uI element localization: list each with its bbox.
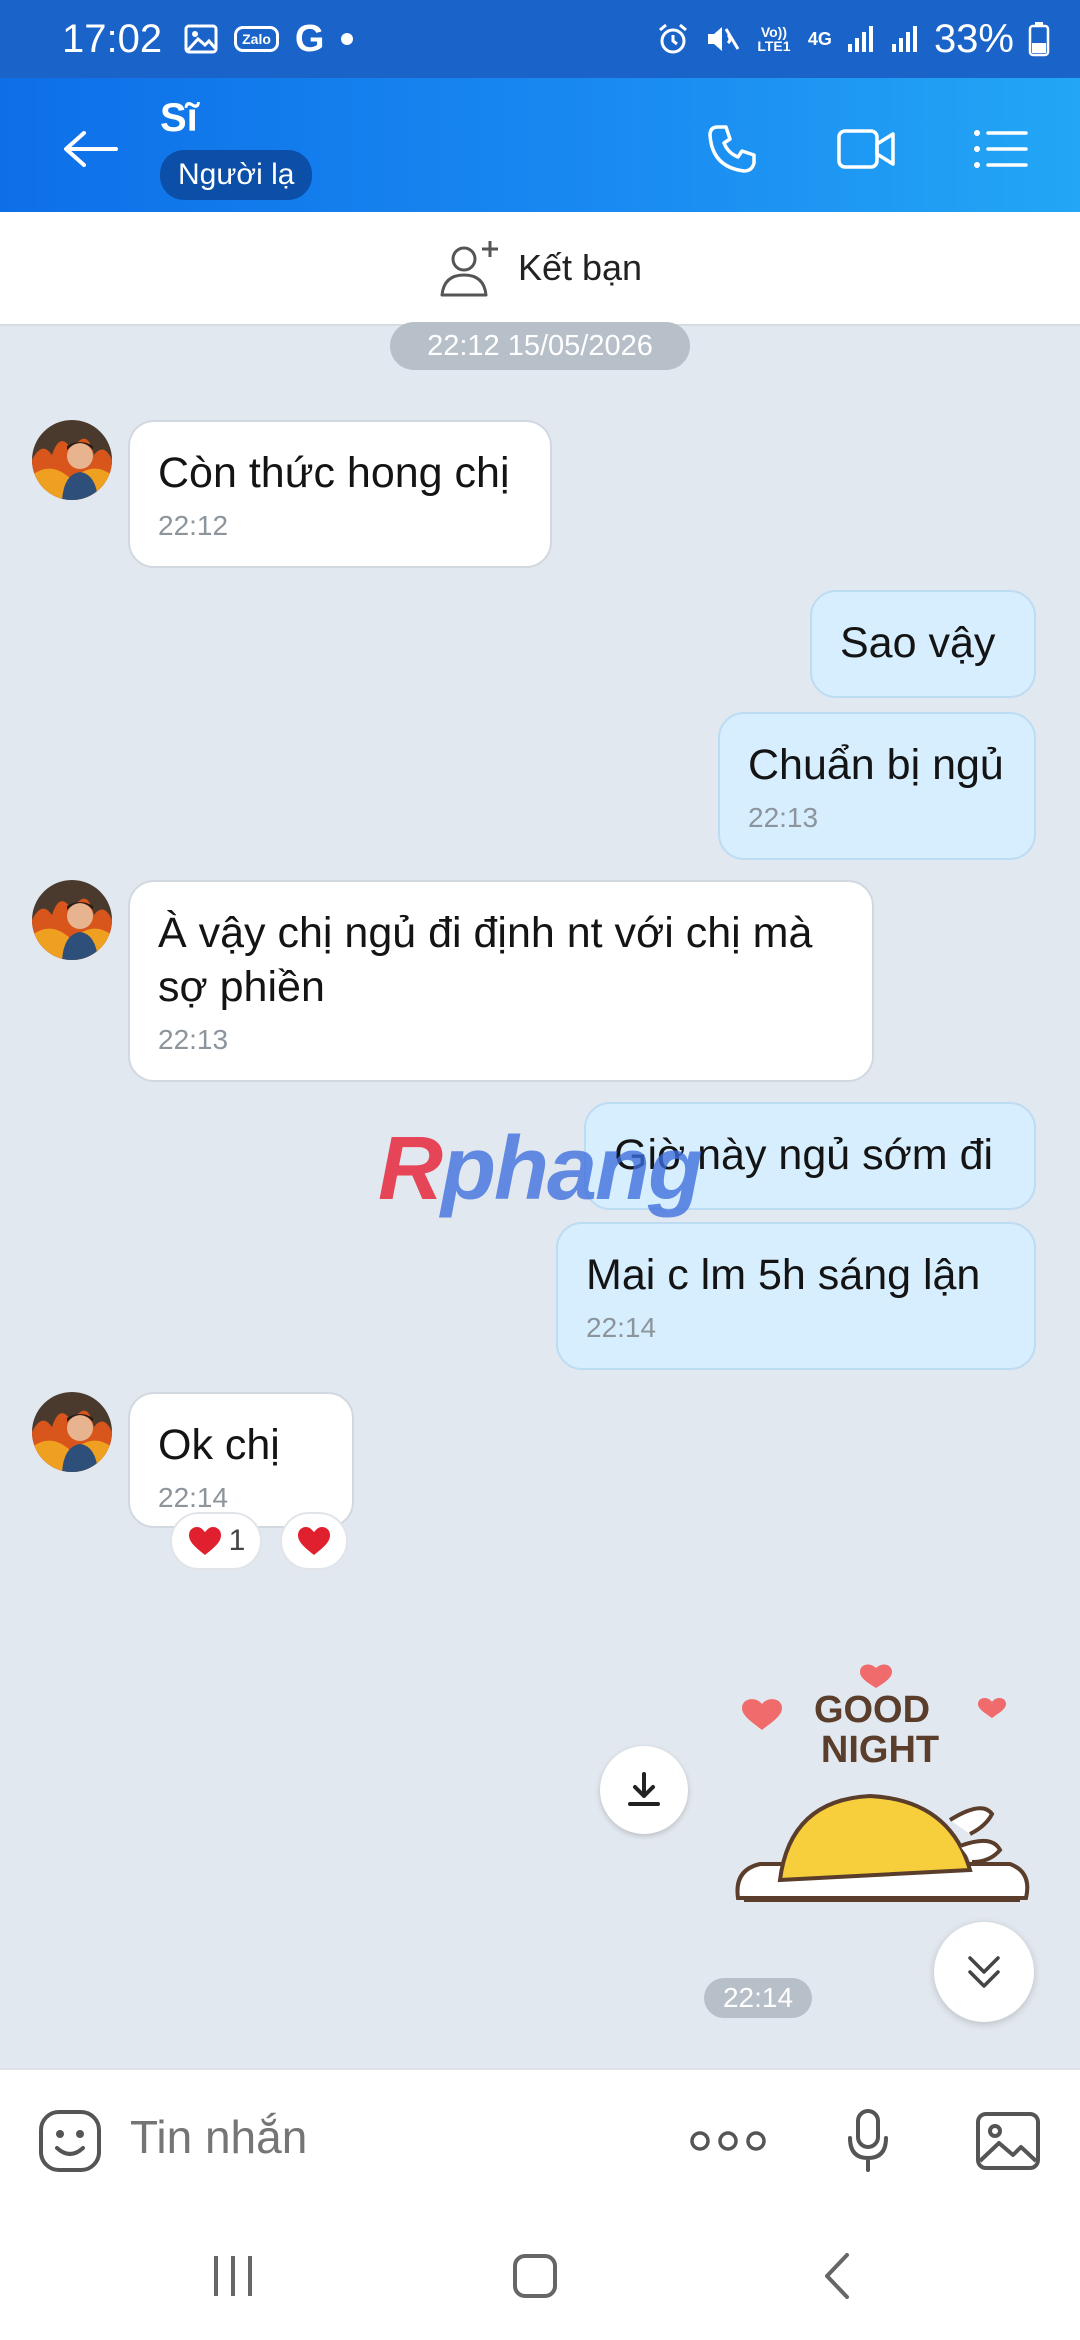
recent-apps-icon bbox=[214, 2256, 252, 2296]
message-text: Ok chị bbox=[158, 1421, 280, 1469]
message-input[interactable] bbox=[130, 2110, 650, 2164]
add-friend-icon bbox=[440, 241, 498, 297]
phone-icon bbox=[708, 125, 756, 173]
zalo-icon-label: Zalo bbox=[234, 26, 279, 52]
system-status-icons: Vo)) LTE1 4G 33% bbox=[656, 17, 1050, 62]
heart-icon bbox=[298, 1527, 330, 1555]
add-friend-button[interactable]: Kết bạn bbox=[0, 212, 1080, 326]
notification-icons: Zalo G bbox=[184, 18, 354, 61]
video-call-button[interactable] bbox=[826, 114, 906, 184]
home-button[interactable] bbox=[490, 2246, 580, 2306]
heart-icon bbox=[188, 1527, 221, 1555]
recent-apps-button[interactable] bbox=[188, 2246, 278, 2306]
message-bubble-incoming[interactable]: Còn thức hong chị 22:12 bbox=[128, 420, 552, 568]
contact-avatar[interactable] bbox=[32, 1392, 112, 1472]
watermark-logo: Rphang bbox=[378, 1118, 703, 1221]
status-time: 17:02 bbox=[62, 16, 163, 61]
message-time: 22:14 bbox=[586, 1312, 657, 1343]
microphone-icon bbox=[848, 2109, 888, 2172]
image-picker-button[interactable] bbox=[968, 2104, 1048, 2178]
sticker-text-night: NIGHT bbox=[821, 1729, 939, 1771]
sticker-emoji-icon bbox=[39, 2110, 101, 2172]
back-nav-button[interactable] bbox=[792, 2246, 882, 2306]
message-bubble-outgoing[interactable]: Chuẩn bị ngủ 22:13 bbox=[718, 712, 1036, 860]
good-night-sticker[interactable]: GOOD NIGHT bbox=[720, 1650, 1040, 1930]
battery-percent: 33% bbox=[933, 16, 1014, 61]
watermark-rest: phang bbox=[441, 1119, 703, 1219]
dot-icon bbox=[340, 32, 354, 46]
message-bubble-outgoing[interactable]: Sao vậy bbox=[810, 590, 1036, 698]
video-camera-icon bbox=[837, 129, 895, 169]
message-bubble-incoming[interactable]: À vậy chị ngủ đi định nt với chị mà sợ p… bbox=[128, 880, 874, 1082]
message-text: Mai c lm 5h sáng lận bbox=[586, 1251, 981, 1299]
sticker-text-good: GOOD bbox=[814, 1689, 930, 1731]
sticker-time: 22:14 bbox=[704, 1978, 812, 2018]
scroll-to-bottom-button[interactable] bbox=[934, 1922, 1034, 2022]
sticker-graphic: GOOD NIGHT bbox=[735, 1664, 1030, 1902]
message-time: 22:14 bbox=[158, 1482, 229, 1513]
avatar-image bbox=[32, 420, 112, 500]
stranger-badge: Người lạ bbox=[160, 150, 313, 200]
image-icon bbox=[184, 24, 218, 54]
emoji-button[interactable] bbox=[30, 2104, 110, 2178]
more-options-button[interactable] bbox=[688, 2104, 768, 2178]
alarm-icon bbox=[656, 22, 690, 56]
message-composer bbox=[0, 2068, 1080, 2210]
status-bar: 17:02 Zalo G Vo)) LTE1 4G 33% bbox=[0, 0, 1080, 78]
download-icon bbox=[628, 1772, 660, 1806]
contact-avatar[interactable] bbox=[32, 880, 112, 960]
avatar-image bbox=[32, 1392, 112, 1472]
back-arrow-icon bbox=[64, 131, 118, 167]
home-icon bbox=[513, 2254, 557, 2298]
g-icon: G bbox=[295, 18, 325, 61]
list-menu-icon bbox=[974, 130, 1028, 168]
system-navigation-bar bbox=[0, 2210, 1080, 2340]
message-time: 22:12 bbox=[158, 510, 229, 541]
message-text: Còn thức hong chị bbox=[158, 449, 510, 497]
message-bubble-incoming[interactable]: Ok chị 22:14 bbox=[128, 1392, 354, 1528]
contact-avatar[interactable] bbox=[32, 420, 112, 500]
mute-icon bbox=[704, 22, 740, 56]
back-button[interactable] bbox=[50, 114, 130, 184]
avatar-image bbox=[32, 880, 112, 960]
signal-icon bbox=[846, 24, 876, 54]
message-time: 22:13 bbox=[748, 802, 819, 833]
back-chevron-icon bbox=[825, 2253, 849, 2299]
zalo-icon: Zalo bbox=[234, 26, 279, 52]
message-text: À vậy chị ngủ đi định nt với chị mà sợ p… bbox=[158, 909, 813, 1011]
voice-call-button[interactable] bbox=[692, 114, 772, 184]
signal-icon bbox=[890, 24, 920, 54]
message-text: Chuẩn bị ngủ bbox=[748, 741, 1004, 789]
reaction-heart-count[interactable]: 1 bbox=[170, 1512, 262, 1570]
watermark-first-letter: R bbox=[378, 1119, 443, 1219]
download-sticker-button[interactable] bbox=[600, 1746, 688, 1834]
battery-icon bbox=[1028, 21, 1050, 57]
voice-message-button[interactable] bbox=[828, 2104, 908, 2178]
message-text: Sao vậy bbox=[840, 619, 996, 667]
image-icon bbox=[976, 2112, 1040, 2170]
add-friend-label: Kết bạn bbox=[517, 247, 643, 288]
chat-options-button[interactable] bbox=[960, 114, 1040, 184]
g-icon-label: G bbox=[294, 17, 325, 60]
volte-icon: Vo)) LTE1 bbox=[757, 24, 791, 54]
contact-name[interactable]: Sĩ bbox=[160, 96, 198, 141]
more-dots-icon bbox=[690, 2131, 766, 2151]
add-reaction-button[interactable] bbox=[280, 1512, 348, 1570]
message-time: 22:13 bbox=[158, 1024, 229, 1055]
message-bubble-outgoing[interactable]: Mai c lm 5h sáng lận 22:14 bbox=[556, 1222, 1036, 1370]
double-chevron-down-icon bbox=[968, 1956, 1000, 1988]
chat-header: Sĩ Người lạ bbox=[0, 78, 1080, 212]
network-4g-icon: 4G bbox=[807, 29, 832, 49]
date-separator: 22:12 15/05/2026 bbox=[390, 322, 690, 370]
reaction-count: 1 bbox=[228, 1524, 246, 1557]
